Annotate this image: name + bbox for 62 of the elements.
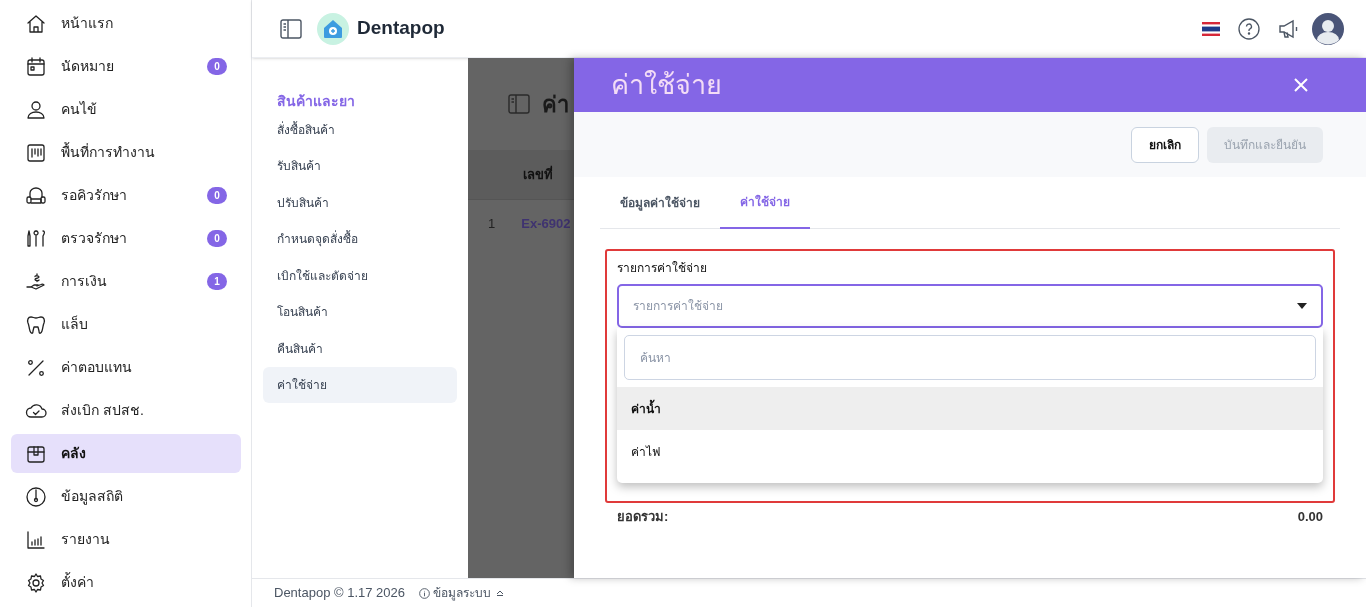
sidebar-item[interactable]: พื้นที่การทำงาน (11, 133, 241, 172)
caret-icon (1297, 303, 1307, 309)
sidebar-item[interactable]: ค่าตอบแทน (11, 348, 241, 387)
tooth-icon (25, 313, 47, 336)
close-icon[interactable] (1294, 78, 1308, 92)
sidebar-toggle-icon[interactable] (280, 18, 302, 39)
submenu-item[interactable]: โอนสินค้า (263, 294, 457, 330)
panel-icon (508, 94, 530, 114)
tab[interactable]: ค่าใช้จ่าย (720, 177, 810, 229)
dental-tools-icon (25, 227, 47, 250)
thai-flag-icon[interactable] (1202, 21, 1220, 36)
table-cell-text: 1 (488, 215, 496, 234)
dropdown-option[interactable]: ค่าน้ำ (617, 387, 1323, 430)
sidebar-item[interactable]: ตรวจรักษา 0 (11, 219, 241, 258)
version-text: Dentapop © 1.17 2026 (274, 584, 405, 603)
sidebar-item[interactable]: ตั้งค่า (11, 563, 241, 602)
count-badge: 0 (207, 58, 227, 75)
drawer-title: ค่าใช้จ่าย (611, 68, 722, 102)
sidebar-item[interactable]: รายงาน (11, 520, 241, 559)
settings-icon (25, 571, 47, 594)
workspace-icon (25, 141, 47, 164)
sidebar-item[interactable]: คลัง (11, 434, 241, 473)
sidebar-item[interactable]: รอคิวรักษา 0 (11, 176, 241, 215)
sidebar-item[interactable]: ข้อมูลสถิติ (11, 477, 241, 516)
page-title: ค่า (542, 90, 569, 119)
submenu-item[interactable]: กำหนดจุดสั่งซื้อ (263, 221, 457, 257)
sidebar-item[interactable]: คนไข้ (11, 90, 241, 129)
submenu-title: สินค้าและยา (276, 92, 356, 111)
submenu-item[interactable]: เบิกใช้และตัดจ่าย (263, 257, 457, 294)
sidebar-item[interactable]: ส่งเบิก สปสช. (11, 391, 241, 430)
count-badge: 0 (207, 187, 227, 204)
count-badge: 0 (207, 230, 227, 247)
total-label: ยอดรวม: (617, 508, 669, 526)
sidebar-item[interactable]: แล็บ (11, 305, 241, 344)
logo-icon (317, 12, 349, 45)
user-icon (25, 98, 47, 121)
brand-name: Dentapop (357, 16, 445, 41)
sidebar-item[interactable]: นัดหมาย 0 (11, 47, 241, 86)
column-header: เลขที่ (523, 164, 553, 184)
sidebar-item[interactable]: การเงิน 1 (11, 262, 241, 301)
total-value: 0.00 (1297, 508, 1323, 526)
system-info-link[interactable]: ข้อมูลระบบ (433, 584, 491, 602)
submenu-item[interactable]: รับสินค้า (263, 148, 457, 184)
megaphone-icon[interactable] (1278, 18, 1300, 39)
calendar-icon (25, 55, 47, 78)
sofa-icon (25, 184, 47, 207)
gauge-icon (25, 485, 47, 508)
count-badge: 1 (207, 273, 227, 290)
submenu-item[interactable]: สั่งซื้อสินค้า (263, 111, 457, 148)
submenu-item[interactable]: คืนสินค้า (263, 330, 457, 367)
avatar-icon[interactable] (1312, 12, 1344, 45)
action-button[interactable]: ยกเลิก (1131, 126, 1199, 163)
help-icon[interactable] (1238, 17, 1260, 40)
submenu-item[interactable]: ปรับสินค้า (263, 184, 457, 221)
dropdown-option[interactable]: ค่าไฟ (617, 430, 1323, 473)
info-icon (419, 587, 430, 599)
search-field[interactable]: ค้นหา (624, 335, 1316, 380)
submenu-item[interactable]: ค่าใช้จ่าย (263, 367, 457, 403)
sidebar-item[interactable]: หน้าแรก (11, 4, 241, 43)
caret-up-icon[interactable] (496, 590, 504, 596)
field-label: รายการค่าใช้จ่าย (617, 260, 708, 277)
tab[interactable]: ข้อมูลค่าใช้จ่าย (600, 177, 720, 229)
